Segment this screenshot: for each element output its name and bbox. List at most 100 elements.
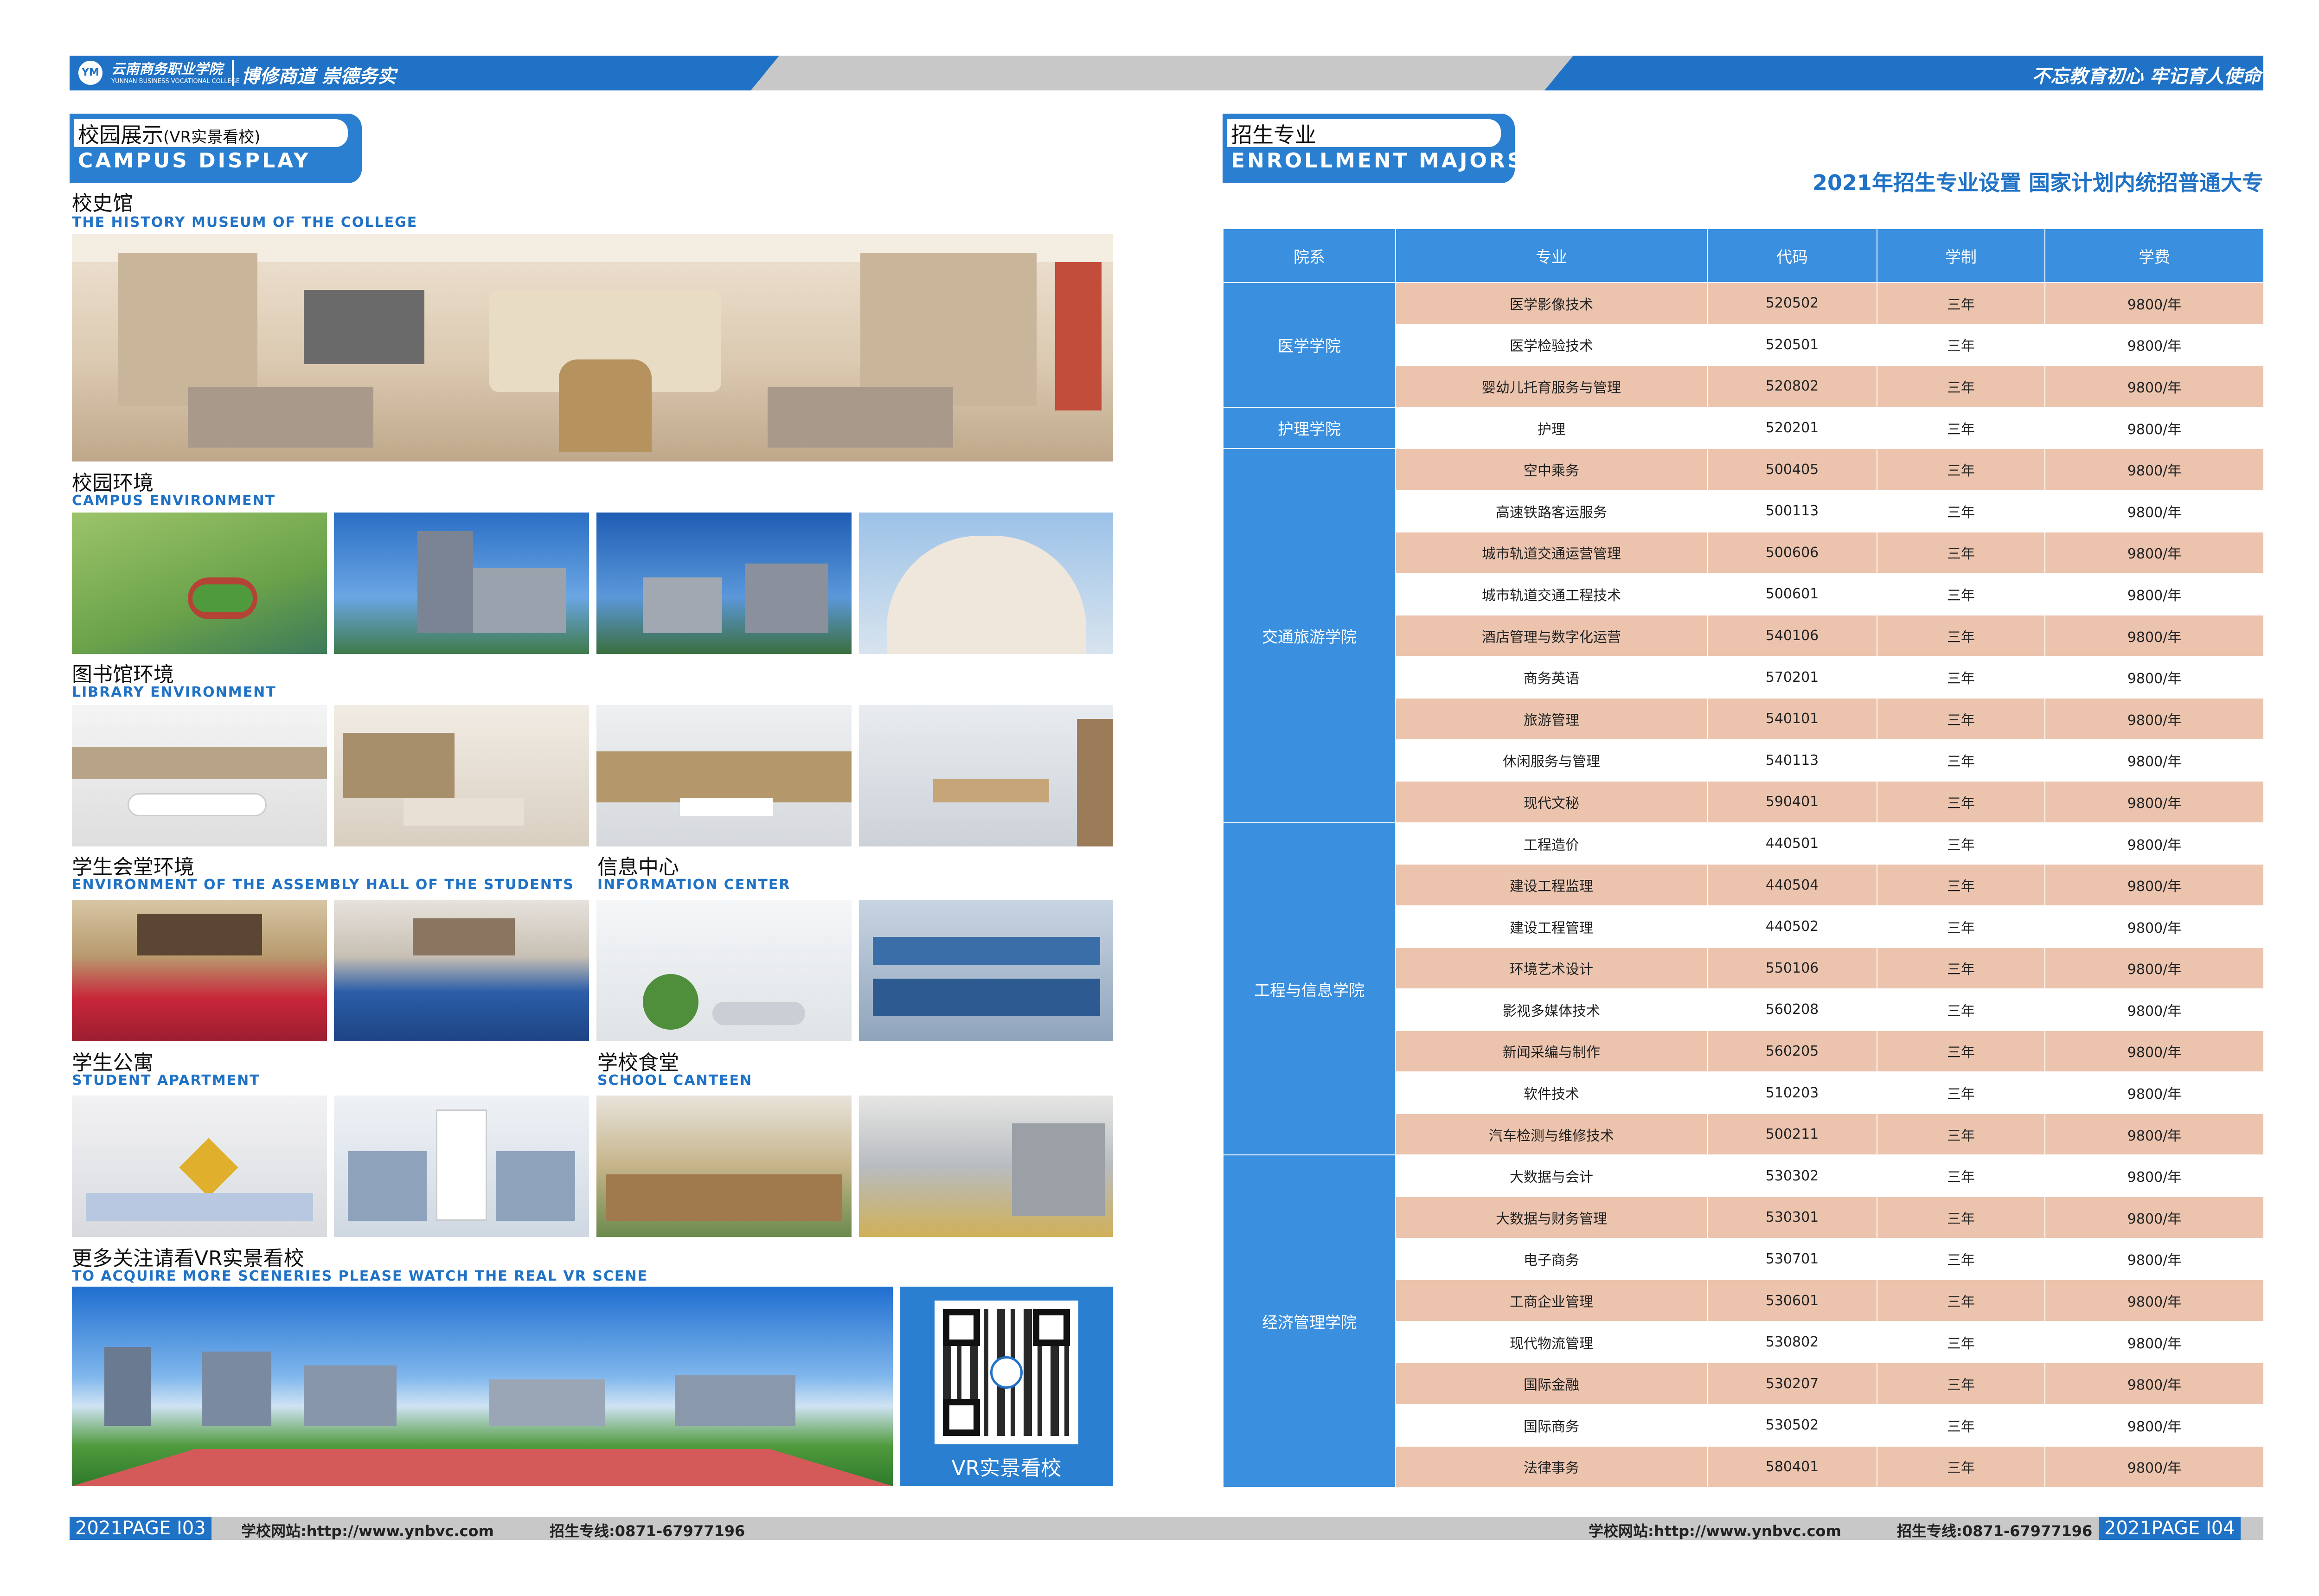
table-header-row: 院系 专业 代码 学制 学费 <box>1223 228 2264 283</box>
major-cell: 婴幼儿托育服务与管理 <box>1395 365 1708 408</box>
fee-cell: 9800/年 <box>2044 1362 2264 1405</box>
code-cell: 520802 <box>1707 365 1877 408</box>
years-cell: 三年 <box>1877 531 2045 574</box>
fee-cell: 9800/年 <box>2044 614 2264 657</box>
info-center-photo-1 <box>596 900 852 1041</box>
major-cell: 汽车检测与维修技术 <box>1395 1113 1708 1156</box>
major-cell: 建设工程监理 <box>1395 864 1708 906</box>
fee-cell: 9800/年 <box>2044 489 2264 532</box>
table-row: 护理学院 护理 520201 三年 9800/年 <box>1223 406 2264 449</box>
canteen-photo-1 <box>596 1096 852 1237</box>
fee-cell: 9800/年 <box>2044 1030 2264 1073</box>
code-cell: 530502 <box>1707 1404 1877 1447</box>
years-cell: 三年 <box>1877 1404 2045 1447</box>
code-cell: 530802 <box>1707 1320 1877 1364</box>
code-cell: 570201 <box>1707 656 1877 699</box>
code-cell: 520501 <box>1707 323 1877 366</box>
assembly-label-cn: 学生会堂环境 <box>72 855 194 879</box>
vr-qr-panel: VR实景看校 <box>900 1287 1113 1486</box>
fee-cell: 9800/年 <box>2044 323 2264 366</box>
school-logo: YM <box>77 59 104 87</box>
code-cell: 500601 <box>1707 573 1877 615</box>
motto-left: 博修商道 崇德务实 <box>241 65 396 87</box>
code-cell: 530302 <box>1707 1154 1877 1198</box>
fee-cell: 9800/年 <box>2044 531 2264 574</box>
fee-cell: 9800/年 <box>2044 864 2264 906</box>
apartment-label-en: STUDENT APARTMENT <box>72 1072 260 1089</box>
years-cell: 三年 <box>1877 864 2045 906</box>
majors-table: 院系 专业 代码 学制 学费 医学学院 医学影像技术 520502 三年 9800/年医… <box>1223 228 2264 1488</box>
major-cell: 医学检验技术 <box>1395 323 1708 366</box>
fee-cell: 9800/年 <box>2044 365 2264 408</box>
campus-photo-1 <box>72 513 327 654</box>
major-cell: 国际商务 <box>1395 1404 1708 1447</box>
major-cell: 旅游管理 <box>1395 697 1708 740</box>
years-cell: 三年 <box>1877 1445 2045 1488</box>
code-cell: 440502 <box>1707 905 1877 948</box>
info-center-photo-2 <box>859 900 1113 1041</box>
library-photo-3 <box>596 705 852 846</box>
campus-display-title-en: CAMPUS DISPLAY <box>78 149 311 173</box>
campus-photo-3 <box>596 513 852 654</box>
major-cell: 大数据与会计 <box>1395 1154 1708 1198</box>
campus-label-cn: 校园环境 <box>72 471 154 495</box>
years-cell: 三年 <box>1877 1196 2045 1239</box>
col-header-department: 院系 <box>1223 228 1396 283</box>
fee-cell: 9800/年 <box>2044 739 2264 782</box>
major-cell: 现代物流管理 <box>1395 1320 1708 1364</box>
vr-label-cn: 更多关注请看VR实景看校 <box>72 1247 304 1270</box>
left-hotline: 招生专线:0871-67977196 <box>550 1522 745 1540</box>
fee-cell: 9800/年 <box>2044 1279 2264 1322</box>
department-cell: 护理学院 <box>1223 406 1396 449</box>
major-cell: 休闲服务与管理 <box>1395 739 1708 782</box>
code-cell: 560205 <box>1707 1030 1877 1073</box>
years-cell: 三年 <box>1877 489 2045 532</box>
right-website: 学校网站:http://www.ynbvc.com <box>1589 1522 1841 1540</box>
fee-cell: 9800/年 <box>2044 1154 2264 1198</box>
major-cell: 工程造价 <box>1395 822 1708 865</box>
campus-photo-4 <box>859 513 1113 654</box>
code-cell: 530701 <box>1707 1237 1877 1281</box>
code-cell: 540101 <box>1707 697 1877 740</box>
fee-cell: 9800/年 <box>2044 282 2264 325</box>
library-photo-1 <box>72 705 327 846</box>
department-cell: 经济管理学院 <box>1223 1154 1396 1488</box>
library-label-en: LIBRARY ENVIRONMENT <box>72 684 276 700</box>
years-cell: 三年 <box>1877 739 2045 782</box>
library-photo-2 <box>334 705 589 846</box>
qr-code-icon[interactable] <box>935 1301 1078 1444</box>
table-row: 工程与信息学院 工程造价 440501 三年 9800/年 <box>1223 822 2264 1156</box>
major-cell: 新闻采编与制作 <box>1395 1030 1708 1073</box>
fee-cell: 9800/年 <box>2044 448 2264 491</box>
left-page-number: 2021PAGE I03 <box>70 1517 211 1540</box>
enrollment-majors-title-cn: 招生专业 <box>1231 122 1316 147</box>
fee-cell: 9800/年 <box>2044 1237 2264 1281</box>
enrollment-majors-title: 招生专业 ENROLLMENT MAJORS <box>1223 114 1522 183</box>
assembly-photo-1 <box>72 900 327 1041</box>
museum-label-cn: 校史馆 <box>72 192 133 215</box>
years-cell: 三年 <box>1877 905 2045 948</box>
years-cell: 三年 <box>1877 573 2045 615</box>
logo-text: YM <box>82 67 99 78</box>
table-row: 经济管理学院 大数据与会计 530302 三年 9800/年 <box>1223 1154 2264 1488</box>
canteen-label-cn: 学校食堂 <box>597 1051 679 1075</box>
campus-photo-2 <box>334 513 589 654</box>
fee-cell: 9800/年 <box>2044 697 2264 740</box>
fee-cell: 9800/年 <box>2044 822 2264 865</box>
vr-label-en: TO ACQUIRE MORE SCENERIES PLEASE WATCH T… <box>72 1268 648 1284</box>
years-cell: 三年 <box>1877 656 2045 699</box>
col-header-fee: 学费 <box>2044 228 2264 283</box>
years-cell: 三年 <box>1877 988 2045 1031</box>
col-header-duration: 学制 <box>1877 228 2045 283</box>
canteen-photo-2 <box>859 1096 1113 1237</box>
years-cell: 三年 <box>1877 1113 2045 1156</box>
major-cell: 高速铁路客运服务 <box>1395 489 1708 532</box>
years-cell: 三年 <box>1877 614 2045 657</box>
fee-cell: 9800/年 <box>2044 988 2264 1031</box>
major-cell: 医学影像技术 <box>1395 282 1708 325</box>
vr-panorama-photo <box>72 1287 893 1486</box>
fee-cell: 9800/年 <box>2044 1320 2264 1364</box>
years-cell: 三年 <box>1877 1154 2045 1198</box>
years-cell: 三年 <box>1877 1362 2045 1405</box>
code-cell: 530207 <box>1707 1362 1877 1405</box>
